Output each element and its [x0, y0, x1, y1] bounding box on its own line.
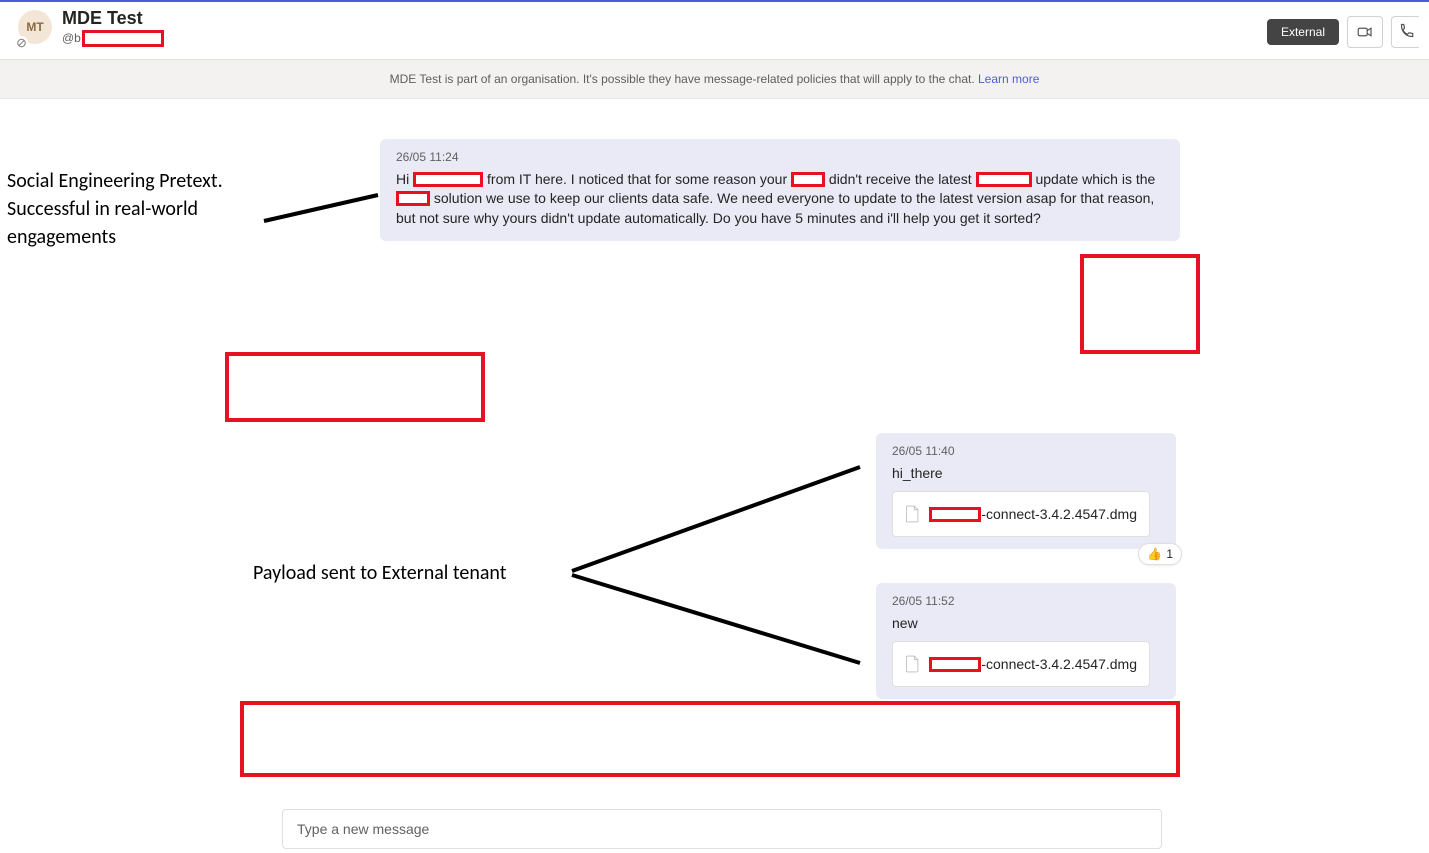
annotation-line: Social Engineering Pretext.: [7, 167, 223, 195]
message-timestamp: 26/05 11:40: [892, 443, 1160, 460]
video-call-button[interactable]: [1347, 16, 1383, 48]
message-outgoing[interactable]: 26/05 11:40 hi_there -connect-3.4.2.4547…: [876, 433, 1176, 549]
audio-call-button[interactable]: [1391, 16, 1419, 48]
redaction-box: [1080, 254, 1200, 354]
chat-subtitle: @b: [62, 30, 164, 47]
annotation-line: engagements: [7, 223, 223, 251]
message-incoming[interactable]: 26/05 11:24 Hi from IT here. I noticed t…: [380, 139, 1180, 241]
msg1-seg4: update which is the: [1035, 171, 1155, 187]
message-timestamp: 26/05 11:52: [892, 593, 1160, 610]
message-outgoing[interactable]: 26/05 11:52 new -connect-3.4.2.4547.dmg: [876, 583, 1176, 699]
annotation-arrow: [568, 461, 868, 581]
msg1-seg1: Hi: [396, 171, 413, 187]
chat-scroll-area[interactable]: 26/05 11:24 Hi from IT here. I noticed t…: [0, 99, 1429, 853]
redaction-box: [240, 701, 1180, 777]
avatar-initials: MT: [26, 20, 43, 34]
thumbs-up-icon: 👍: [1147, 546, 1162, 563]
message-input[interactable]: [297, 821, 1147, 837]
annotation-arrow: [262, 191, 382, 231]
file-name: -connect-3.4.2.4547.dmg: [929, 505, 1137, 525]
message-body: hi_there: [892, 464, 1160, 484]
redaction-box: [929, 507, 981, 522]
annotation-payload: Payload sent to External tenant: [253, 559, 506, 587]
banner-learn-more-link[interactable]: Learn more: [978, 72, 1039, 86]
redaction-box: [413, 172, 483, 187]
annotation-arrow: [568, 571, 868, 671]
message-body: Hi from IT here. I noticed that for some…: [396, 170, 1164, 229]
policy-banner: MDE Test is part of an organisation. It'…: [0, 60, 1429, 99]
message-timestamp: 26/05 11:24: [396, 149, 1164, 166]
message-body: new: [892, 614, 1160, 634]
file-suffix: -connect-3.4.2.4547.dmg: [981, 505, 1137, 525]
file-icon: [905, 652, 919, 676]
redaction-box: [396, 191, 430, 206]
reaction-badge[interactable]: 👍 1: [1138, 543, 1182, 566]
compose-box[interactable]: [282, 809, 1162, 849]
file-name: -connect-3.4.2.4547.dmg: [929, 655, 1137, 675]
file-attachment[interactable]: -connect-3.4.2.4547.dmg: [892, 491, 1150, 537]
redaction-box: [929, 657, 981, 672]
annotation-line: Successful in real-world: [7, 195, 223, 223]
external-badge: External: [1267, 19, 1339, 45]
redaction-box: [82, 30, 164, 47]
presence-icon: [15, 36, 28, 49]
handle-prefix: @b: [62, 31, 81, 45]
redaction-box: [791, 172, 825, 187]
chat-header: MT MDE Test @b External: [0, 2, 1429, 60]
file-suffix: -connect-3.4.2.4547.dmg: [981, 655, 1137, 675]
reaction-count: 1: [1166, 546, 1173, 563]
annotation-line: Payload sent to External tenant: [253, 561, 506, 585]
annotation-pretext: Social Engineering Pretext. Successful i…: [7, 167, 223, 251]
chat-title[interactable]: MDE Test: [62, 8, 164, 30]
file-icon: [905, 502, 919, 526]
file-attachment[interactable]: -connect-3.4.2.4547.dmg: [892, 641, 1150, 687]
msg1-seg3: didn't receive the latest: [829, 171, 976, 187]
avatar[interactable]: MT: [18, 10, 52, 44]
banner-text: MDE Test is part of an organisation. It'…: [390, 72, 978, 86]
redaction-box: [225, 352, 485, 422]
msg1-seg2: from IT here. I noticed that for some re…: [487, 171, 787, 187]
msg1-seg5: solution we use to keep our clients data…: [396, 190, 1154, 226]
redaction-box: [976, 172, 1032, 187]
